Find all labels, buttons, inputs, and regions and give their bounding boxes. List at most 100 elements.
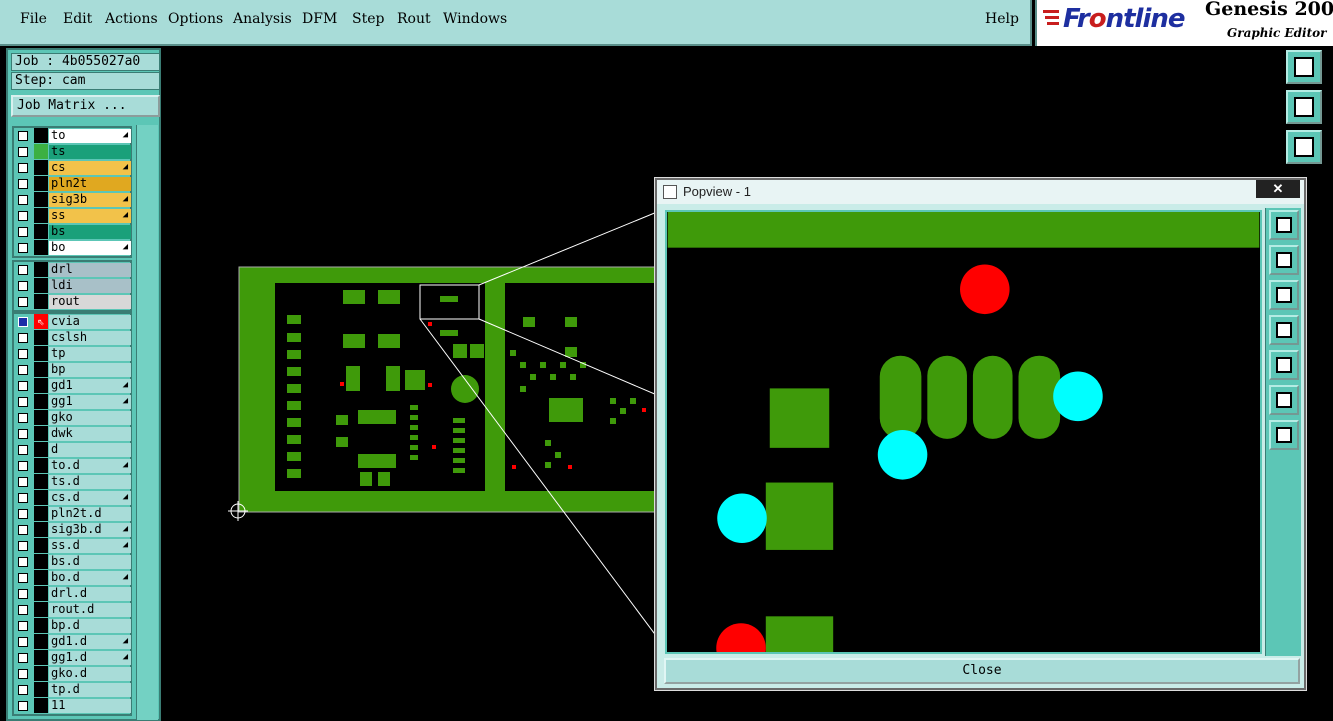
layer-name[interactable]: to ◢ <box>49 129 131 143</box>
layer-color-swatch[interactable] <box>34 634 48 649</box>
layer-row-ss[interactable]: ss ◢ <box>14 208 131 224</box>
layer-color-swatch[interactable] <box>34 506 48 521</box>
layer-color-swatch[interactable] <box>34 160 48 175</box>
layer-row-dwk[interactable]: dwk <box>14 426 131 442</box>
layer-list-scrollbar[interactable] <box>136 125 158 720</box>
job-matrix-button[interactable]: Job Matrix ... <box>11 95 160 117</box>
layer-checkbox[interactable] <box>18 557 28 567</box>
layer-color-swatch[interactable] <box>34 490 48 505</box>
layer-name[interactable]: bs <box>49 225 131 239</box>
layer-name[interactable]: tp <box>49 347 131 361</box>
layer-color-swatch[interactable] <box>34 538 48 553</box>
layer-checkbox[interactable] <box>18 131 28 141</box>
layer-row-gd1[interactable]: gd1 ◢ <box>14 378 131 394</box>
menu-edit[interactable]: Edit <box>63 11 92 27</box>
layer-name[interactable]: gg1.d ◢ <box>49 651 131 665</box>
layer-name[interactable]: ts.d <box>49 475 131 489</box>
layer-name[interactable]: d <box>49 443 131 457</box>
layer-row-gd1-d[interactable]: gd1.d ◢ <box>14 634 131 650</box>
layer-checkbox[interactable] <box>18 179 28 189</box>
layer-checkbox[interactable] <box>18 365 28 375</box>
menu-file[interactable]: File <box>20 11 47 27</box>
layer-row-sig3b[interactable]: sig3b ◢ <box>14 192 131 208</box>
layer-checkbox[interactable] <box>18 461 28 471</box>
layer-color-swatch[interactable] <box>34 294 48 309</box>
layer-checkbox[interactable] <box>18 541 28 551</box>
layer-name[interactable]: bs.d <box>49 555 131 569</box>
layer-name[interactable]: rout.d <box>49 603 131 617</box>
layer-color-swatch[interactable] <box>34 362 48 377</box>
layer-checkbox[interactable] <box>18 349 28 359</box>
zoom-in-button[interactable] <box>1286 90 1322 124</box>
menu-dfm[interactable]: DFM <box>302 11 337 27</box>
layer-checkbox[interactable] <box>18 317 28 327</box>
popview-titlebar[interactable]: Popview - 1 ✕ <box>657 180 1304 204</box>
active-layer-arrow-icon[interactable]: ⇖ <box>34 314 48 329</box>
layer-checkbox[interactable] <box>18 243 28 253</box>
layer-row-rout-d[interactable]: rout.d <box>14 602 131 618</box>
layer-checkbox[interactable] <box>18 621 28 631</box>
popview-zoom-up-button[interactable] <box>1269 245 1299 275</box>
zoom-home-button[interactable] <box>1286 50 1322 84</box>
layer-checkbox[interactable] <box>18 211 28 221</box>
layer-color-swatch[interactable] <box>34 394 48 409</box>
layer-color-swatch[interactable] <box>34 458 48 473</box>
layer-row-to[interactable]: to ◢ <box>14 128 131 144</box>
layer-row-cs[interactable]: cs ◢ <box>14 160 131 176</box>
layer-color-swatch[interactable] <box>34 144 48 159</box>
layer-name[interactable]: rout <box>49 295 131 309</box>
layer-row-drl[interactable]: drl <box>14 262 131 278</box>
layer-color-swatch[interactable] <box>34 176 48 191</box>
layer-name[interactable]: gd1 ◢ <box>49 379 131 393</box>
layer-name[interactable]: sig3b ◢ <box>49 193 131 207</box>
layer-checkbox[interactable] <box>18 589 28 599</box>
layer-checkbox[interactable] <box>18 163 28 173</box>
layer-color-swatch[interactable] <box>34 330 48 345</box>
layer-checkbox[interactable] <box>18 147 28 157</box>
fit-view-button[interactable] <box>1286 130 1322 164</box>
popview-pan-left-button[interactable] <box>1269 315 1299 345</box>
layer-color-swatch[interactable] <box>34 554 48 569</box>
popview-zoom-down-button[interactable] <box>1269 280 1299 310</box>
layer-name[interactable]: ss.d ◢ <box>49 539 131 553</box>
layer-color-swatch[interactable] <box>34 570 48 585</box>
menu-step[interactable]: Step <box>352 11 384 27</box>
layer-row-sig3b-d[interactable]: sig3b.d ◢ <box>14 522 131 538</box>
layer-row-pln2t[interactable]: pln2t <box>14 176 131 192</box>
layer-name[interactable]: pln2t.d <box>49 507 131 521</box>
layer-name[interactable]: cs ◢ <box>49 161 131 175</box>
popview-close-button[interactable]: Close <box>664 658 1300 684</box>
layer-color-swatch[interactable] <box>34 602 48 617</box>
layer-color-swatch[interactable] <box>34 192 48 207</box>
layer-color-swatch[interactable] <box>34 426 48 441</box>
layer-color-swatch[interactable] <box>34 278 48 293</box>
popview-pan-right-button[interactable] <box>1269 350 1299 380</box>
menu-analysis[interactable]: Analysis <box>233 11 292 27</box>
layer-checkbox[interactable] <box>18 281 28 291</box>
layer-checkbox[interactable] <box>18 333 28 343</box>
layer-checkbox[interactable] <box>18 669 28 679</box>
layer-checkbox[interactable] <box>18 265 28 275</box>
layer-name[interactable]: dwk <box>49 427 131 441</box>
layer-color-swatch[interactable] <box>34 666 48 681</box>
layer-checkbox[interactable] <box>18 605 28 615</box>
layer-row-gg1-d[interactable]: gg1.d ◢ <box>14 650 131 666</box>
layer-color-swatch[interactable] <box>34 682 48 697</box>
layer-row-bo[interactable]: bo ◢ <box>14 240 131 256</box>
popview-canvas[interactable] <box>665 210 1262 654</box>
layer-row-tp[interactable]: tp <box>14 346 131 362</box>
layer-name[interactable]: tp.d <box>49 683 131 697</box>
layer-color-swatch[interactable] <box>34 346 48 361</box>
layer-color-swatch[interactable] <box>34 586 48 601</box>
layer-name[interactable]: bp.d <box>49 619 131 633</box>
popview-fit-button[interactable] <box>1269 385 1299 415</box>
layer-name[interactable]: bp <box>49 363 131 377</box>
popview-open-button[interactable] <box>1269 210 1299 240</box>
layer-row-cs-d[interactable]: cs.d ◢ <box>14 490 131 506</box>
layer-checkbox[interactable] <box>18 637 28 647</box>
layer-row-ldi[interactable]: ldi <box>14 278 131 294</box>
layer-checkbox[interactable] <box>18 397 28 407</box>
layer-row-pln2t-d[interactable]: pln2t.d <box>14 506 131 522</box>
layer-name[interactable]: gg1 ◢ <box>49 395 131 409</box>
layer-row-gko[interactable]: gko <box>14 410 131 426</box>
